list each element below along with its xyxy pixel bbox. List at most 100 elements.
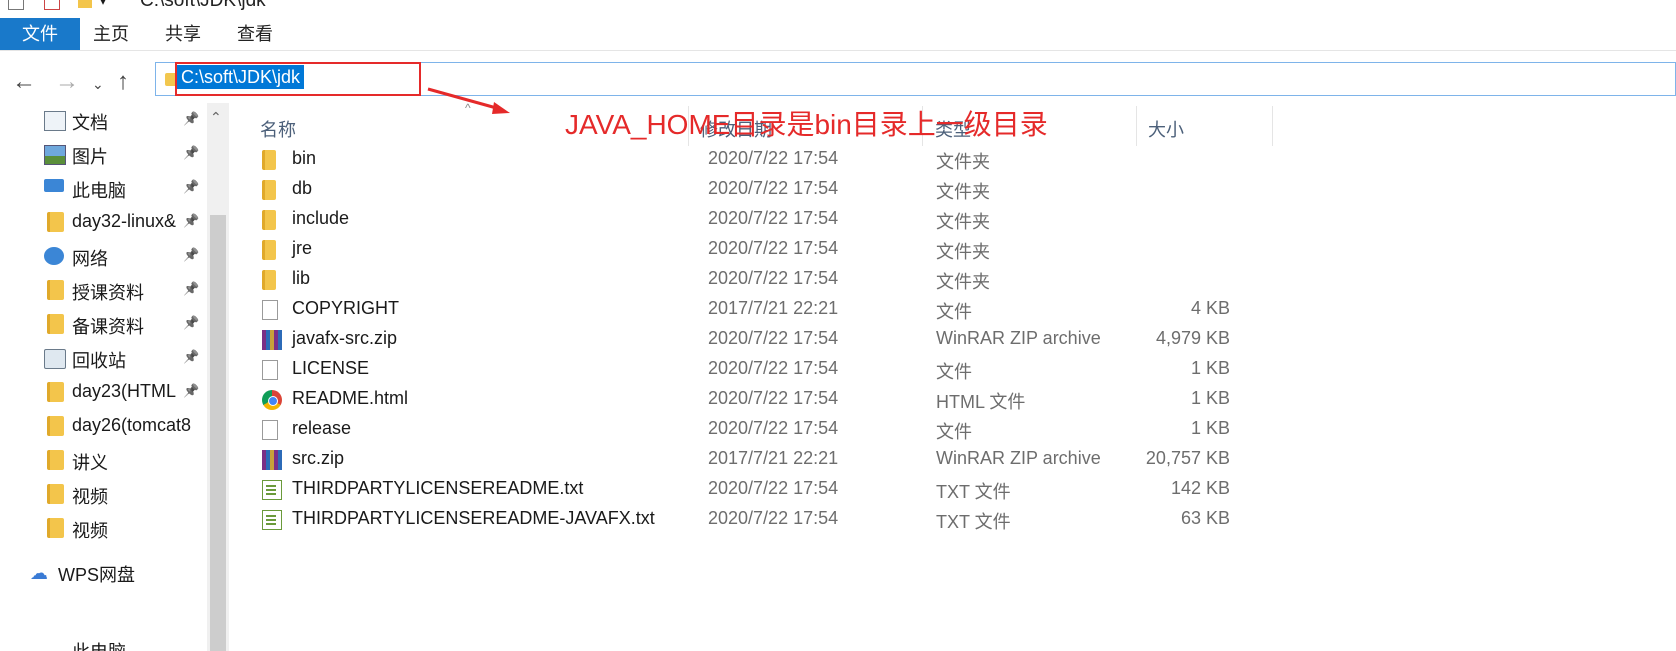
file-row[interactable]: LICENSE 2020/7/22 17:54 文件 1 KB (250, 355, 1270, 385)
pin-icon[interactable]: 📌 (183, 281, 199, 297)
folder-icon (47, 416, 64, 436)
file-name: THIRDPARTYLICENSEREADME.txt (292, 478, 584, 498)
file-size: 142 KB (1170, 478, 1230, 498)
file-size: 4,979 KB (1155, 328, 1230, 348)
wps-label: WPS网盘 (58, 565, 136, 585)
file-name: THIRDPARTYLICENSEREADME-JAVAFX.txt (292, 508, 655, 528)
file-date: 2020/7/22 17:54 (708, 208, 839, 228)
file-date: 2020/7/22 17:54 (708, 328, 839, 348)
pin-icon[interactable]: 📌 (183, 111, 199, 127)
nav-item-computer-partial[interactable]: 此电脑 (44, 640, 214, 651)
file-row[interactable]: THIRDPARTYLICENSEREADME-JAVAFX.txt 2020/7… (250, 505, 1270, 535)
file-date: 2020/7/22 17:54 (708, 358, 839, 378)
file-row[interactable]: javafx-src.zip 2020/7/22 17:54 WinRAR ZIP … (250, 325, 1270, 355)
file-type: WinRAR ZIP archive (936, 448, 1101, 468)
file-icon (262, 360, 278, 380)
annotation-text: JAVA_HOME目录是bin目录上一级目录 (565, 109, 1048, 140)
file-name: README.html (292, 388, 409, 408)
nav-scrollbar[interactable]: ⌃ (207, 103, 229, 651)
file-type: 文件夹 (936, 242, 990, 262)
file-type: 文件夹 (936, 182, 990, 202)
pin-icon[interactable]: 📌 (183, 315, 199, 331)
folder-icon (47, 484, 64, 504)
html-icon (262, 390, 282, 410)
scroll-thumb[interactable] (210, 215, 226, 651)
file-date: 2020/7/22 17:54 (708, 268, 839, 288)
file-date: 2020/7/22 17:54 (708, 148, 839, 168)
txt-icon (262, 510, 282, 530)
pin-icon[interactable]: 📌 (183, 179, 199, 195)
folder-icon (47, 518, 64, 538)
file-row[interactable]: COPYRIGHT 2017/7/21 22:21 文件 4 KB (250, 295, 1270, 325)
file-type: HTML 文件 (936, 392, 1026, 412)
pin-icon[interactable]: 📌 (183, 349, 199, 365)
file-type: 文件夹 (936, 152, 990, 172)
pin-icon[interactable]: 📌 (183, 145, 199, 161)
file-date: 2020/7/22 17:54 (708, 178, 839, 198)
file-name: bin (292, 148, 317, 168)
file-type: 文件 (936, 422, 972, 442)
file-size: 63 KB (1180, 508, 1230, 528)
computer-icon (44, 179, 64, 192)
file-size: 1 KB (1190, 388, 1230, 408)
cloud-icon: ☁ (30, 563, 48, 583)
file-name: javafx-src.zip (292, 328, 398, 348)
file-row[interactable]: release 2020/7/22 17:54 文件 1 KB (250, 415, 1270, 445)
zip-icon (262, 330, 282, 350)
network-icon (44, 247, 64, 265)
folder-icon (262, 240, 276, 260)
nav-item-label: 视频 (72, 521, 108, 541)
pin-icon[interactable]: 📌 (183, 383, 199, 399)
file-row[interactable]: lib 2020/7/22 17:54 文件夹 (250, 265, 1270, 295)
file-date: 2020/7/22 17:54 (708, 478, 839, 498)
folder-icon (262, 210, 276, 230)
file-row[interactable]: include 2020/7/22 17:54 文件夹 (250, 205, 1270, 235)
column-separator[interactable] (1136, 106, 1137, 146)
nav-item[interactable]: 视频 (44, 477, 214, 511)
nav-item-label: 讲义 (72, 453, 108, 473)
file-row[interactable]: db 2020/7/22 17:54 文件夹 (250, 175, 1270, 205)
chevron-up-icon[interactable]: ⌃ (210, 109, 222, 126)
file-type: 文件 (936, 302, 972, 322)
folder-icon (47, 212, 64, 232)
folder-icon (47, 450, 64, 470)
folder-icon (262, 180, 276, 200)
column-size[interactable]: 大小 (1148, 116, 1184, 142)
file-type: TXT 文件 (936, 512, 1011, 532)
file-size: 20,757 KB (1145, 448, 1230, 468)
nav-item[interactable]: day26(tomcat8 (44, 409, 214, 443)
zip-icon (262, 450, 282, 470)
file-name: LICENSE (292, 358, 370, 378)
folder-icon (262, 270, 276, 290)
file-row[interactable]: README.html 2020/7/22 17:54 HTML 文件 1 KB (250, 385, 1270, 415)
file-type: 文件 (936, 362, 972, 382)
file-type: TXT 文件 (936, 482, 1011, 502)
nav-item-label: day26(tomcat8 (72, 415, 192, 435)
folder-icon (47, 314, 64, 334)
file-date: 2017/7/21 22:21 (708, 448, 839, 468)
txt-icon (262, 480, 282, 500)
nav-item[interactable]: 视频 (44, 511, 214, 545)
column-separator[interactable] (1272, 106, 1273, 146)
file-type: 文件夹 (936, 212, 990, 232)
file-row[interactable]: THIRDPARTYLICENSEREADME.txt 2020/7/22 17:… (250, 475, 1270, 505)
file-name: include (292, 208, 350, 228)
column-name[interactable]: 名称 (260, 116, 296, 142)
file-date: 2020/7/22 17:54 (708, 508, 839, 528)
file-type: 文件夹 (936, 272, 990, 292)
file-row[interactable]: bin 2020/7/22 17:54 文件夹 (250, 145, 1270, 175)
file-name: lib (292, 268, 311, 288)
file-date: 2020/7/22 17:54 (708, 238, 839, 258)
folder-icon (47, 280, 64, 300)
nav-item-label: 视频 (72, 487, 108, 507)
file-row[interactable]: jre 2020/7/22 17:54 文件夹 (250, 235, 1270, 265)
pin-icon[interactable]: 📌 (183, 247, 199, 263)
document-icon (44, 111, 66, 131)
recycle-bin-icon (44, 349, 66, 369)
file-icon (262, 300, 278, 320)
nav-item[interactable]: 讲义 (44, 443, 214, 477)
file-name: src.zip (292, 448, 345, 468)
file-row[interactable]: src.zip 2017/7/21 22:21 WinRAR ZIP archive… (250, 445, 1270, 475)
pin-icon[interactable]: 📌 (183, 213, 199, 229)
file-name: db (292, 178, 313, 198)
